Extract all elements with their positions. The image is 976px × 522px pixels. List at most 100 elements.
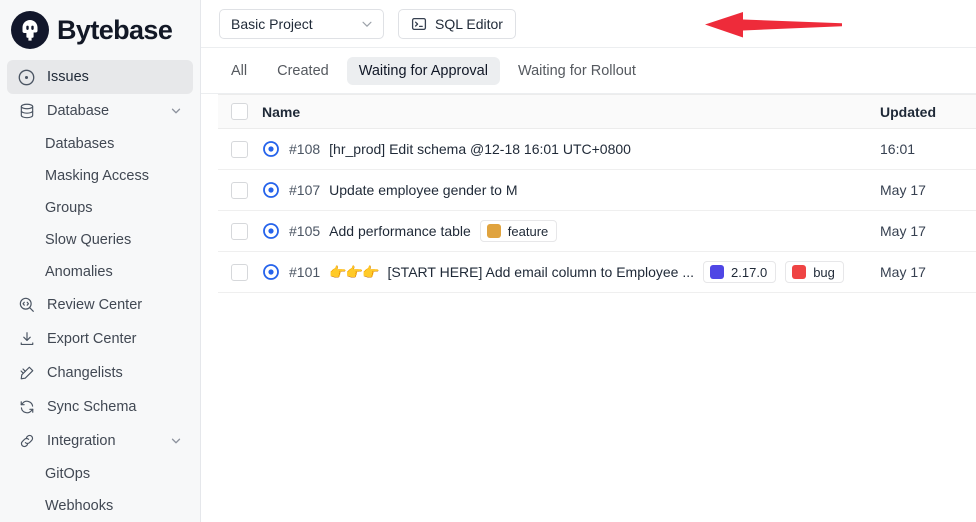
- main-content: Basic Project SQL Editor All Created Wai…: [201, 0, 976, 522]
- table-row[interactable]: #108 [hr_prod] Edit schema @12-18 16:01 …: [218, 128, 976, 170]
- sidebar-item-databases[interactable]: Databases: [7, 128, 193, 160]
- issue-filter-tabs: All Created Waiting for Approval Waiting…: [201, 48, 976, 94]
- sidebar-item-label: GitOps: [45, 466, 91, 482]
- row-checkbox[interactable]: [231, 181, 248, 199]
- issue-label-badge[interactable]: feature: [479, 220, 558, 242]
- chevron-down-icon: [360, 17, 374, 31]
- issue-label-badge[interactable]: bug: [785, 261, 844, 283]
- issue-updated: May 17: [880, 210, 976, 252]
- app-root: Bytebase Issues Database Databases Maski…: [0, 0, 976, 522]
- open-circle-dot-icon: [262, 181, 280, 199]
- table-row[interactable]: #107 Update employee gender to M May 17: [218, 169, 976, 211]
- sidebar-item-label: Integration: [47, 433, 116, 449]
- issue-id: #107: [289, 182, 321, 198]
- issue-updated: May 17: [880, 169, 976, 211]
- row-checkbox[interactable]: [231, 140, 248, 158]
- open-circle-dot-icon: [262, 222, 280, 240]
- database-icon: [17, 102, 36, 121]
- open-circle-dot-icon: [262, 263, 280, 281]
- row-checkbox[interactable]: [231, 263, 248, 281]
- download-icon: [17, 330, 36, 349]
- open-circle-dot-icon: [262, 140, 280, 158]
- issue-title: Update employee gender to M: [329, 182, 518, 198]
- link-icon: [17, 432, 36, 451]
- issue-updated: 16:01: [880, 128, 976, 170]
- sidebar-item-sync-schema[interactable]: Sync Schema: [7, 390, 193, 424]
- sidebar-item-gitops[interactable]: GitOps: [7, 458, 193, 490]
- table-row[interactable]: #101 👉👉👉 [START HERE] Add email column t…: [218, 251, 976, 293]
- sidebar-item-webhooks[interactable]: Webhooks: [7, 490, 193, 522]
- label-text: 2.17.0: [731, 264, 768, 280]
- tab-all[interactable]: All: [219, 57, 259, 85]
- project-selector-value: Basic Project: [231, 15, 313, 32]
- tab-label: Created: [277, 62, 329, 79]
- chevron-down-icon[interactable]: [169, 104, 183, 118]
- chevron-down-icon[interactable]: [169, 434, 183, 448]
- sidebar-item-label: Webhooks: [45, 498, 114, 514]
- sidebar-item-masking-access[interactable]: Masking Access: [7, 160, 193, 192]
- project-selector[interactable]: Basic Project: [219, 8, 384, 39]
- table-row[interactable]: #105 Add performance table feature May 1…: [218, 210, 976, 252]
- sidebar-item-groups[interactable]: Groups: [7, 192, 193, 224]
- sidebar-item-label: Slow Queries: [45, 232, 132, 248]
- sql-editor-label: SQL Editor: [435, 15, 503, 32]
- brand[interactable]: Bytebase: [7, 0, 193, 60]
- column-header-name: Name: [262, 94, 880, 129]
- select-all-checkbox[interactable]: [231, 103, 248, 120]
- tab-label: Waiting for Rollout: [517, 62, 636, 79]
- sql-editor-button[interactable]: SQL Editor: [398, 8, 516, 39]
- issues-table: Name Updated #108 [hr_prod] Edit schema …: [218, 94, 976, 293]
- issue-title: Add performance table: [329, 223, 471, 239]
- sidebar-item-integration[interactable]: Integration: [7, 424, 193, 458]
- sidebar-item-label: Anomalies: [45, 264, 113, 280]
- issue-id: #101: [289, 264, 321, 280]
- tab-created[interactable]: Created: [265, 57, 341, 85]
- label-color-swatch: [792, 265, 807, 279]
- issue-id: #105: [289, 223, 321, 239]
- brand-name: Bytebase: [57, 14, 173, 45]
- sidebar-item-label: Issues: [47, 69, 89, 85]
- sidebar-item-label: Groups: [45, 200, 93, 216]
- sidebar: Bytebase Issues Database Databases Maski…: [0, 0, 201, 522]
- row-name-cell: #101 👉👉👉 [START HERE] Add email column t…: [262, 251, 880, 293]
- tab-waiting-for-approval[interactable]: Waiting for Approval: [346, 56, 500, 85]
- row-checkbox-cell: [218, 128, 262, 170]
- sidebar-item-slow-queries[interactable]: Slow Queries: [7, 224, 193, 256]
- table-header-row: Name Updated: [218, 94, 976, 129]
- pointing-hand-emoji: 👉👉👉: [329, 263, 379, 280]
- label-color-swatch: [710, 265, 725, 279]
- row-name-cell: #105 Add performance table feature: [262, 210, 880, 252]
- column-header-updated: Updated: [880, 94, 976, 129]
- issue-id: #108: [289, 141, 321, 157]
- sidebar-item-label: Changelists: [47, 365, 123, 381]
- issue-version-badge[interactable]: 2.17.0: [703, 261, 777, 283]
- tab-label: All: [231, 62, 248, 79]
- row-checkbox-cell: [218, 251, 262, 293]
- changelist-icon: [17, 364, 36, 383]
- sidebar-item-changelists[interactable]: Changelists: [7, 356, 193, 390]
- sidebar-item-issues[interactable]: Issues: [7, 60, 193, 94]
- sidebar-item-review-center[interactable]: Review Center: [7, 288, 193, 322]
- issue-title: [hr_prod] Edit schema @12-18 16:01 UTC+0…: [329, 141, 631, 157]
- sidebar-item-database[interactable]: Database: [7, 94, 193, 128]
- issue-title: [START HERE] Add email column to Employe…: [387, 264, 695, 280]
- tab-waiting-for-rollout[interactable]: Waiting for Rollout: [506, 57, 648, 85]
- sync-icon: [17, 398, 36, 417]
- review-magnifier-icon: [17, 296, 36, 315]
- row-checkbox[interactable]: [231, 222, 248, 240]
- row-checkbox-cell: [218, 169, 262, 211]
- sidebar-item-label: Database: [47, 103, 110, 119]
- sidebar-item-export-center[interactable]: Export Center: [7, 322, 193, 356]
- sidebar-item-label: Databases: [45, 136, 115, 152]
- label-color-swatch: [486, 224, 501, 238]
- sidebar-item-label: Sync Schema: [47, 399, 137, 415]
- red-arrow-left-icon: [703, 10, 843, 40]
- terminal-icon: [411, 16, 427, 32]
- toolbar: Basic Project SQL Editor: [201, 0, 976, 48]
- label-text: bug: [813, 264, 835, 280]
- sidebar-item-anomalies[interactable]: Anomalies: [7, 256, 193, 288]
- row-name-cell: #107 Update employee gender to M: [262, 169, 880, 211]
- issues-table-wrapper: Name Updated #108 [hr_prod] Edit schema …: [201, 94, 976, 293]
- sidebar-item-label: Masking Access: [45, 168, 149, 184]
- sidebar-item-label: Review Center: [47, 297, 143, 313]
